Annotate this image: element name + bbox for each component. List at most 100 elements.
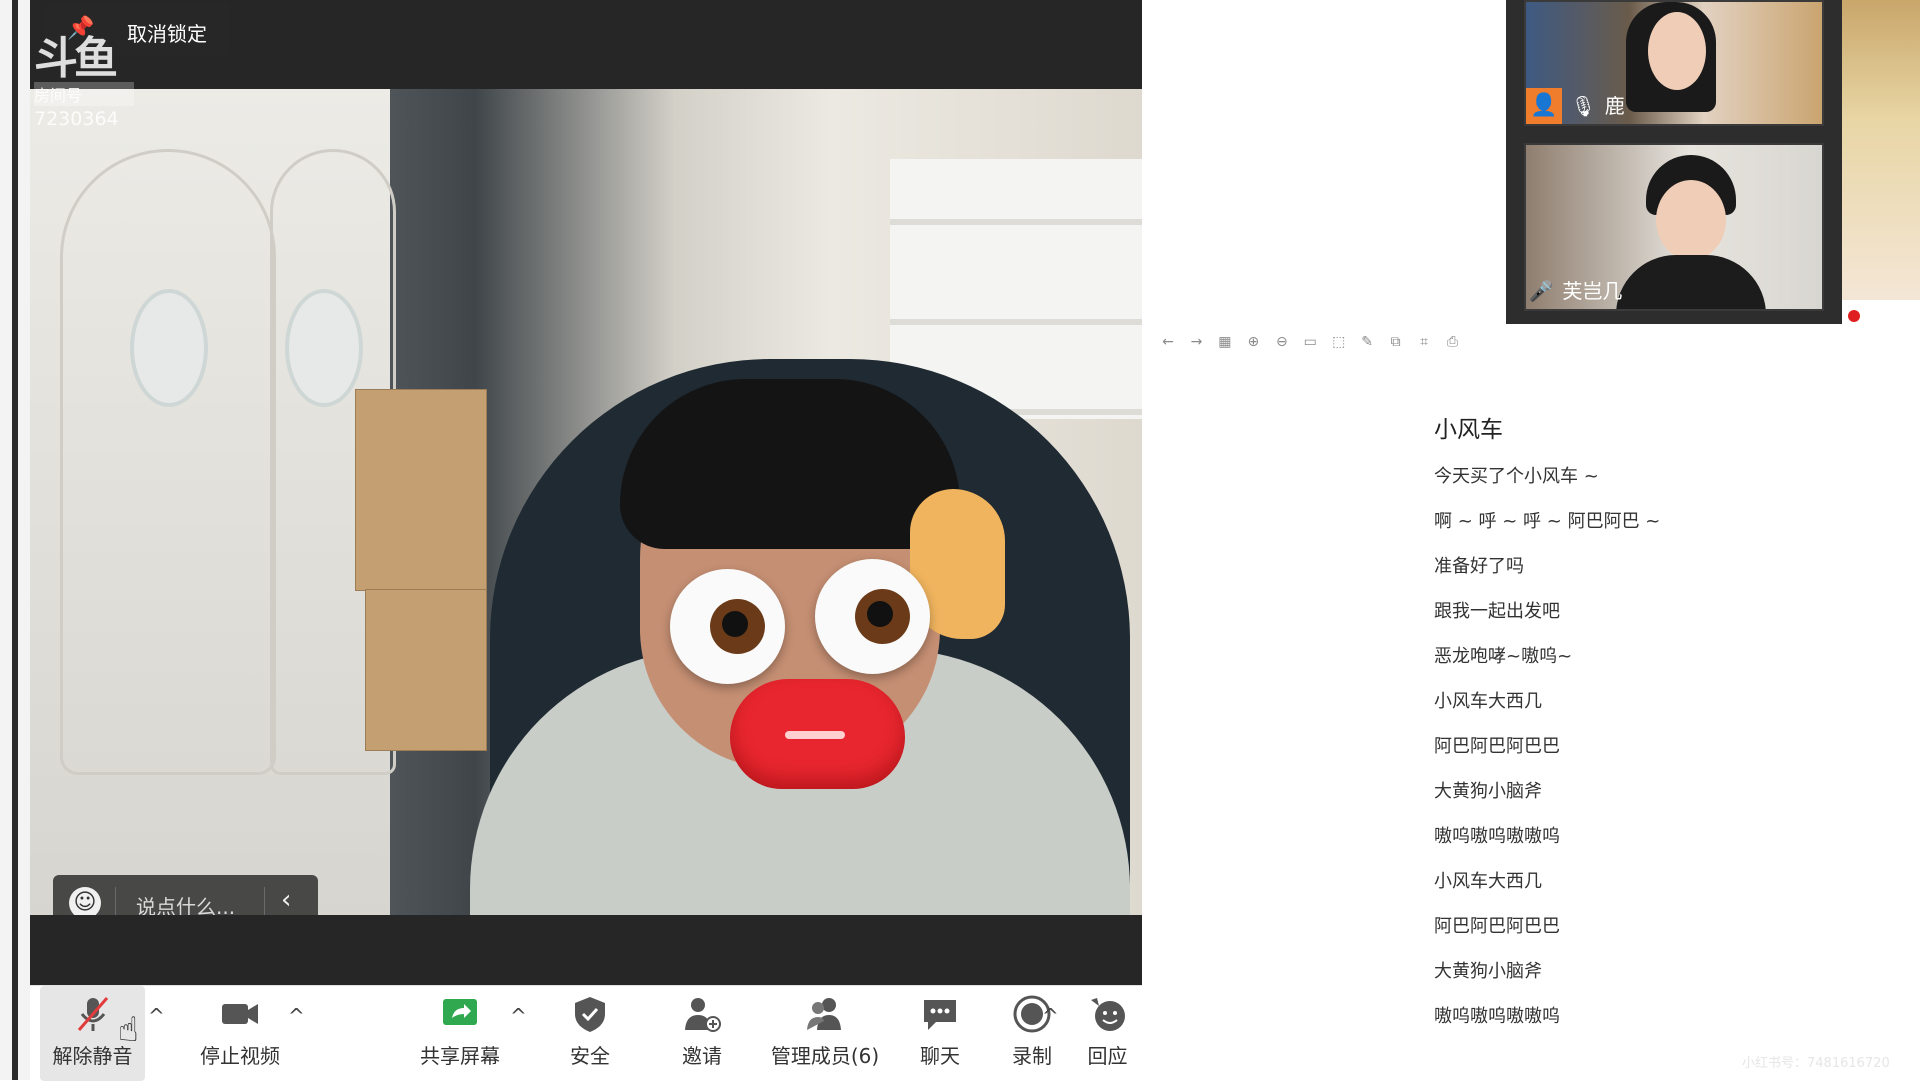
participant-name: 芙岂几: [1562, 279, 1623, 303]
invite-label: 邀请: [682, 1044, 722, 1068]
record-label: 录制: [1012, 1044, 1052, 1068]
share-screen-button[interactable]: 共享屏幕: [405, 986, 515, 1081]
document-line: 大黄狗小脑斧: [1434, 961, 1542, 982]
security-label: 安全: [570, 1044, 610, 1068]
manage-members-label: 管理成员(6): [770, 1044, 880, 1068]
unlock-label: 取消锁定: [127, 22, 207, 46]
video-options-caret[interactable]: ^: [288, 1004, 305, 1028]
watermark-logo: 斗鱼: [34, 33, 118, 84]
divider: [115, 887, 116, 915]
reaction-button[interactable]: 回应: [1075, 986, 1140, 1081]
document-line: 啊 ~ 呼 ~ 呼 ~ 阿巴阿巴 ~: [1434, 511, 1661, 532]
document-viewer: ← → ▦ ⊕ ⊖ ▭ ⬚ ✎ ⧉ ⌗ ⎙ 小风车 今天买了个小风车 ~ 啊 ~…: [1142, 324, 1920, 1080]
zoom-out-icon[interactable]: ⊖: [1270, 334, 1294, 350]
chevron-left-icon[interactable]: ‹: [281, 885, 291, 915]
wardrobe-background: [30, 89, 396, 915]
emoji-icon[interactable]: ☺: [69, 887, 101, 915]
chat-bubble-icon: [924, 1000, 956, 1030]
document-line: 跟我一起出发吧: [1434, 601, 1560, 622]
participant-tile[interactable]: 👤 🎙 鹿: [1524, 0, 1824, 126]
stream-watermark: 斗鱼 房间号 7230364: [34, 22, 134, 130]
chat-input-bar[interactable]: ☺ 说点什么... ‹: [53, 875, 318, 915]
document-line: 小风车大西几: [1434, 871, 1542, 892]
chat-button[interactable]: 聊天: [900, 986, 980, 1081]
document-title: 小风车: [1434, 417, 1503, 443]
crop-icon[interactable]: ⬚: [1327, 334, 1351, 350]
muted-mic-icon: [77, 997, 108, 1031]
forward-arrow-icon[interactable]: →: [1184, 334, 1208, 350]
left-window-edge: [0, 0, 31, 1080]
recording-dot-icon: [1848, 310, 1860, 322]
side-camera-strip: [1842, 0, 1920, 322]
user-avatar-icon: 👤: [1526, 88, 1562, 124]
participant-tile[interactable]: 🎤 芙岂几: [1524, 143, 1824, 311]
chat-placeholder[interactable]: 说点什么...: [136, 891, 235, 915]
person-hair: [620, 379, 960, 549]
door-ornament: [130, 289, 208, 407]
muted-mic-icon: 🎙: [1570, 94, 1597, 118]
participant-shirt: [1616, 255, 1766, 309]
shelf: [890, 319, 1142, 325]
edit-icon[interactable]: ✎: [1355, 334, 1379, 350]
document-line: 嗷呜嗷呜嗷嗷呜: [1434, 1006, 1560, 1027]
participant-name-tag: 🎤 芙岂几: [1526, 273, 1623, 309]
footer-watermark: 小红书号：7481616720: [1742, 1056, 1890, 1071]
watermark-room-label: 房间号: [34, 82, 134, 106]
sticker-eye: [670, 569, 785, 684]
security-button[interactable]: 安全: [550, 986, 630, 1081]
participant-name-tag: 👤 🎙 鹿: [1526, 88, 1625, 124]
video-camera-icon: [222, 1004, 258, 1024]
cardboard-box: [365, 589, 487, 751]
lyrics-document: 小风车 今天买了个小风车 ~ 啊 ~ 呼 ~ 呼 ~ 阿巴阿巴 ~ 准备好了吗 …: [1434, 410, 1894, 1051]
share-screen-icon: [443, 999, 477, 1025]
document-line: 嗷呜嗷呜嗷嗷呜: [1434, 826, 1560, 847]
shelf: [890, 219, 1142, 225]
share-options-caret[interactable]: ^: [510, 1004, 527, 1028]
document-line: 阿巴阿巴阿巴巴: [1434, 736, 1560, 757]
sticker-lips: [730, 679, 905, 789]
copy-icon[interactable]: ⧉: [1384, 334, 1408, 350]
speaker-video-feed: ☺ 说点什么... ‹: [30, 89, 1142, 915]
back-arrow-icon[interactable]: ←: [1156, 334, 1180, 350]
wardrobe-door: [60, 149, 276, 775]
cardboard-box: [355, 389, 487, 591]
add-user-icon: [685, 998, 721, 1032]
chat-label: 聊天: [920, 1044, 960, 1068]
shield-icon: [575, 997, 605, 1032]
main-video-area: ☺ 说点什么... ‹ 📌 取消锁定 斗鱼 房间号 7230364: [30, 0, 1142, 985]
manage-members-button[interactable]: 管理成员(6): [760, 986, 890, 1081]
grid-view-icon[interactable]: ▦: [1213, 334, 1237, 350]
document-line: 恶龙咆哮~嗷呜~: [1434, 646, 1573, 667]
invite-button[interactable]: 邀请: [657, 986, 747, 1081]
members-icon: [807, 998, 841, 1030]
fit-width-icon[interactable]: ▭: [1298, 334, 1322, 350]
meeting-toolbar: 解除静音 ^ 停止视频 ^ 共享屏幕 ^ 安全 邀请 管理成员(6) 聊天 录制…: [30, 985, 1142, 1081]
share-screen-label: 共享屏幕: [420, 1044, 500, 1068]
document-line: 大黄狗小脑斧: [1434, 781, 1542, 802]
participant-face: [1648, 12, 1706, 90]
record-button[interactable]: 录制: [992, 986, 1072, 1081]
record-options-caret[interactable]: ^: [1042, 1004, 1059, 1028]
zoom-in-icon[interactable]: ⊕: [1241, 334, 1265, 350]
save-icon[interactable]: ⎙: [1441, 334, 1465, 350]
sticker-eye: [815, 559, 930, 674]
divider: [264, 887, 265, 915]
mic-icon: 🎤: [1528, 279, 1554, 303]
document-line: 今天买了个小风车 ~: [1434, 466, 1599, 487]
reaction-label: 回应: [1087, 1044, 1128, 1068]
watermark-room-number: 7230364: [34, 108, 119, 130]
edge-bar: [12, 0, 18, 1080]
participant-name: 鹿: [1604, 94, 1625, 118]
document-line: 小风车大西几: [1434, 691, 1542, 712]
door-ornament: [285, 289, 363, 407]
reaction-icon: [1090, 998, 1125, 1031]
stop-video-button[interactable]: 停止视频: [180, 986, 300, 1081]
stop-video-label: 停止视频: [200, 1044, 280, 1068]
document-line: 准备好了吗: [1434, 556, 1524, 577]
document-line: 阿巴阿巴阿巴巴: [1434, 916, 1560, 937]
mouse-cursor-icon: ☝: [118, 1010, 139, 1050]
participant-face: [1656, 180, 1726, 260]
audio-options-caret[interactable]: ^: [148, 1004, 165, 1028]
viewer-toolbar: ← → ▦ ⊕ ⊖ ▭ ⬚ ✎ ⧉ ⌗ ⎙: [1156, 334, 1465, 358]
screenshot-icon[interactable]: ⌗: [1412, 334, 1436, 350]
